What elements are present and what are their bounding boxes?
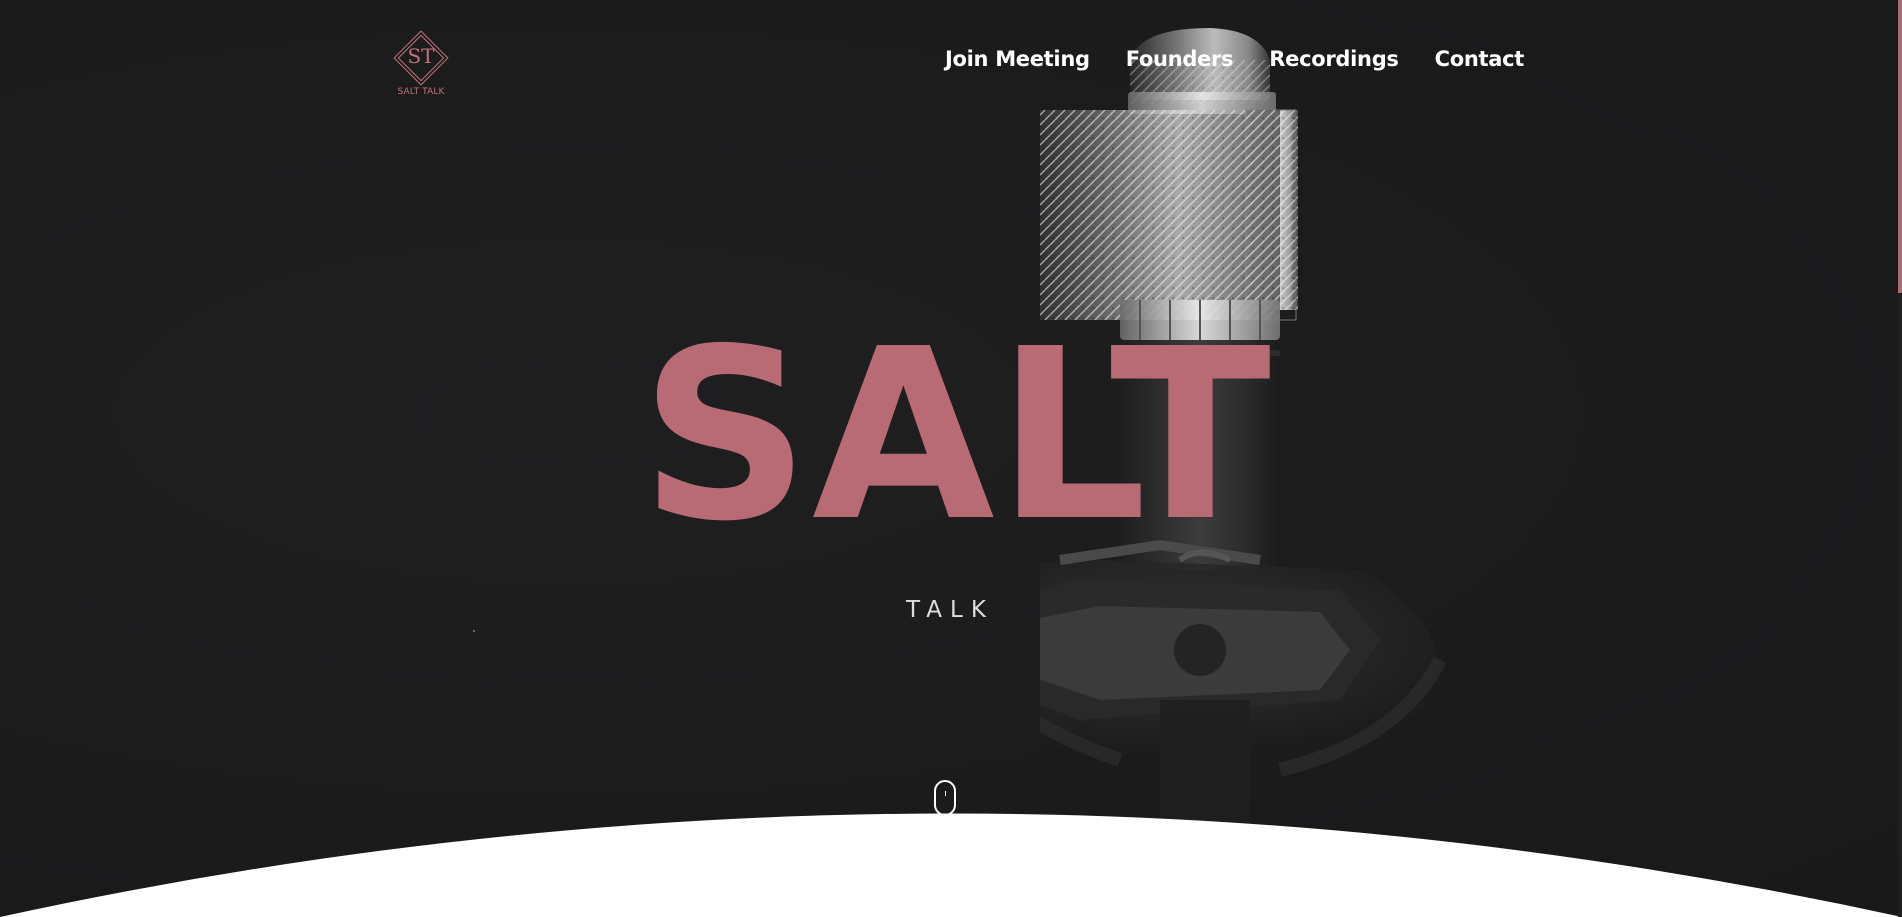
- logo-caption: SALT TALK: [397, 87, 445, 97]
- page-scrollbar[interactable]: [1898, 0, 1902, 917]
- logo-monogram: ST: [407, 44, 435, 68]
- scroll-down-mouse-icon[interactable]: [934, 780, 956, 816]
- hero-section: ST SALT TALK Join Meeting Founders Recor…: [0, 0, 1902, 917]
- nav-founders[interactable]: Founders: [1126, 47, 1234, 71]
- mouse-wheel-icon: [945, 791, 946, 796]
- nav-contact[interactable]: Contact: [1435, 47, 1525, 71]
- decorative-dot: [473, 630, 475, 632]
- hero-subtitle: TALK: [906, 597, 994, 623]
- nav-recordings[interactable]: Recordings: [1269, 47, 1399, 71]
- nav-join-meeting[interactable]: Join Meeting: [945, 47, 1090, 71]
- page-scrollbar-thumb[interactable]: [1898, 0, 1902, 293]
- hero-title: SALT: [640, 298, 1273, 573]
- salt-talk-logo[interactable]: ST SALT TALK: [391, 28, 451, 100]
- main-navigation: Join Meeting Founders Recordings Contact: [945, 47, 1524, 71]
